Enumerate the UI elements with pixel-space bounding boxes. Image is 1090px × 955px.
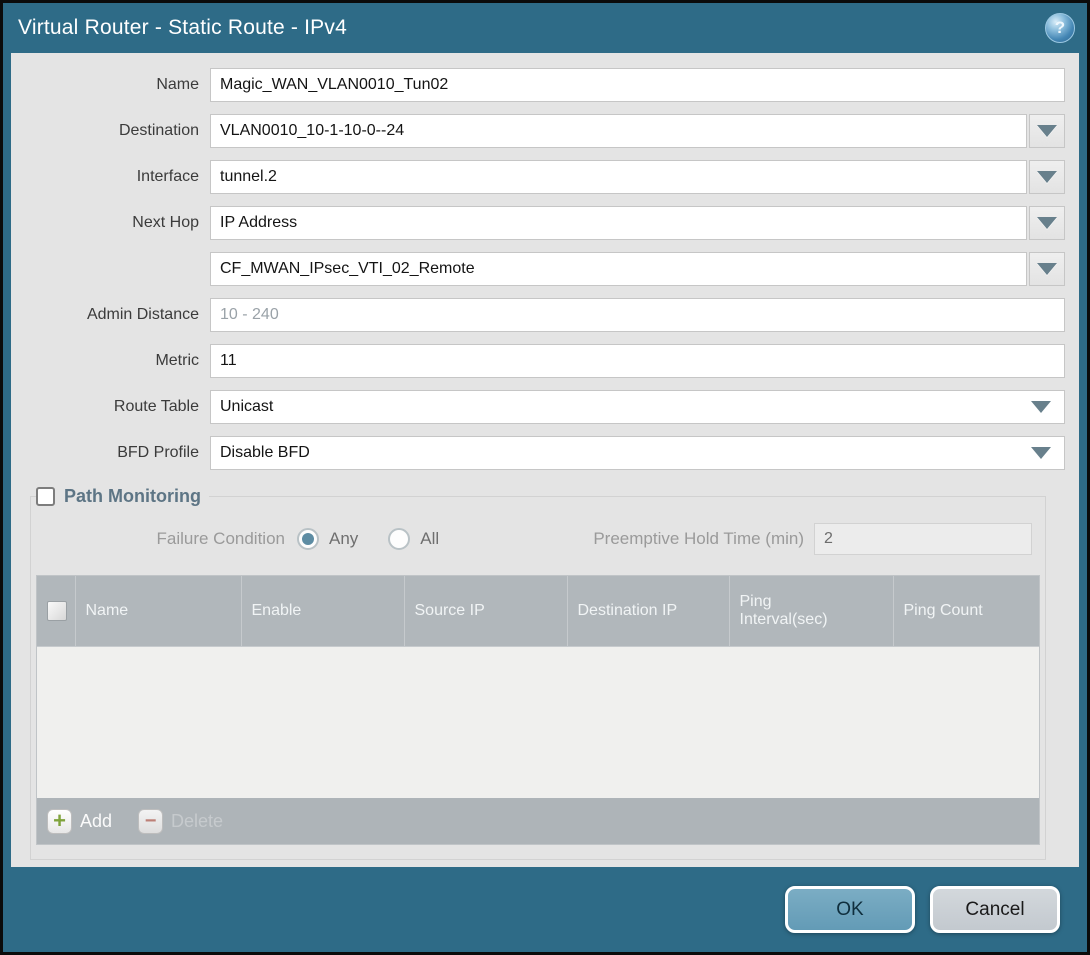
chevron-down-icon [1037,217,1057,229]
chevron-down-icon [1037,125,1057,137]
path-monitoring-title: Path Monitoring [64,486,201,507]
delete-button: − Delete [138,809,223,834]
form-row-bfd-profile: BFD Profile [11,436,1065,470]
bfd-profile-label: BFD Profile [11,444,210,462]
table-header-ping-interval[interactable]: Ping Interval(sec) [729,576,893,646]
next-hop-type-input[interactable] [210,206,1027,240]
admin-distance-label: Admin Distance [11,306,210,324]
admin-distance-input[interactable] [210,298,1065,332]
preemptive-hold-time-input[interactable] [814,523,1032,555]
table-empty-row [37,646,1039,798]
form-row-next-hop-address [11,252,1065,286]
table-actions-bar: + Add − Delete [37,798,1039,844]
next-hop-address-dropdown-button[interactable] [1029,252,1065,286]
radio-option-all[interactable]: All [388,528,439,550]
destination-dropdown-button[interactable] [1029,114,1065,148]
dialog-window: Virtual Router - Static Route - IPv4 ? N… [0,0,1090,955]
name-label: Name [11,76,210,94]
table-header-ping-count[interactable]: Ping Count [893,576,1039,646]
cancel-button[interactable]: Cancel [930,886,1060,933]
next-hop-label: Next Hop [11,214,210,232]
preemptive-hold-time: Preemptive Hold Time (min) [593,523,1040,555]
failure-condition-label: Failure Condition [36,529,297,549]
destination-label: Destination [11,122,210,140]
metric-input[interactable] [210,344,1065,378]
radio-label: All [420,529,439,549]
form-row-admin-distance: Admin Distance [11,298,1065,332]
preemptive-hold-time-label: Preemptive Hold Time (min) [593,529,814,549]
dialog-frame: Virtual Router - Static Route - IPv4 ? N… [3,3,1087,952]
form-row-destination: Destination [11,114,1065,148]
path-monitoring-group: Path Monitoring Failure Condition Any Al… [30,486,1046,860]
radio-option-any[interactable]: Any [297,528,358,550]
radio-icon [297,528,319,550]
add-button-label: Add [80,811,112,832]
radio-label: Any [329,529,358,549]
form-row-name: Name [11,68,1065,102]
radio-icon [388,528,410,550]
form-row-interface: Interface [11,160,1065,194]
next-hop-address-input[interactable] [210,252,1027,286]
interface-dropdown-button[interactable] [1029,160,1065,194]
failure-condition-row: Failure Condition Any All Preemptive Hol… [36,523,1040,555]
table-header-enable[interactable]: Enable [241,576,404,646]
interface-label: Interface [11,168,210,186]
route-table-label: Route Table [11,398,210,416]
name-input[interactable] [210,68,1065,102]
table-header-row: Name Enable Source IP Destination IP [37,576,1039,646]
failure-condition-radio-group: Any All [297,528,439,550]
path-monitoring-checkbox[interactable] [36,487,55,506]
next-hop-dropdown-button[interactable] [1029,206,1065,240]
table-header-source-ip[interactable]: Source IP [404,576,567,646]
form-row-next-hop: Next Hop [11,206,1065,240]
form-row-metric: Metric [11,344,1065,378]
help-icon[interactable]: ? [1045,13,1075,43]
dialog-footer: OK Cancel [3,867,1087,952]
interface-input[interactable] [210,160,1027,194]
add-button[interactable]: + Add [47,809,112,834]
plus-icon: + [47,809,72,834]
destination-input[interactable] [210,114,1027,148]
bfd-profile-input[interactable] [210,436,1065,470]
path-monitoring-legend: Path Monitoring [36,486,209,507]
table-header-destination-ip[interactable]: Destination IP [567,576,729,646]
minus-icon: − [138,809,163,834]
route-table-input[interactable] [210,390,1065,424]
dialog-title: Virtual Router - Static Route - IPv4 [18,16,347,40]
ok-button[interactable]: OK [785,886,915,933]
table-header-name[interactable]: Name [75,576,241,646]
dialog-body: Name Destination Interface [11,53,1079,867]
delete-button-label: Delete [171,811,223,832]
table-header-select [37,576,75,646]
chevron-down-icon [1037,263,1057,275]
form-row-route-table: Route Table [11,390,1065,424]
select-all-checkbox[interactable] [47,601,67,621]
chevron-down-icon [1037,171,1057,183]
chevron-down-icon[interactable] [1031,447,1051,459]
dialog-titlebar: Virtual Router - Static Route - IPv4 ? [3,3,1087,53]
path-monitoring-table: Name Enable Source IP Destination IP [36,575,1040,845]
metric-label: Metric [11,352,210,370]
chevron-down-icon[interactable] [1031,401,1051,413]
